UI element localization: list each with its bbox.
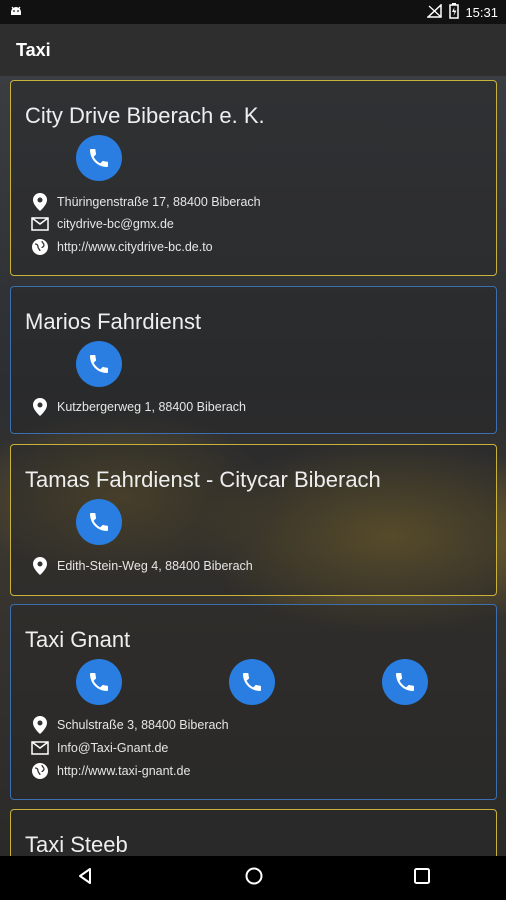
globe-icon	[31, 238, 49, 256]
app-bar: Taxi	[0, 24, 506, 76]
back-icon[interactable]	[75, 866, 95, 891]
page-title: Taxi	[16, 39, 51, 60]
call-button[interactable]	[229, 659, 275, 705]
address-row: Kutzbergerweg 1, 88400 Biberach	[31, 398, 246, 416]
location-pin-icon	[31, 716, 49, 734]
android-icon	[8, 3, 24, 22]
address-text: Edith-Stein-Weg 4, 88400 Biberach	[57, 559, 253, 573]
email-row[interactable]: citydrive-bc@gmx.de	[31, 215, 174, 233]
taxi-card: Taxi Steeb	[10, 809, 497, 856]
phone-icon	[90, 149, 108, 167]
mail-icon	[31, 739, 49, 757]
card-title: Marios Fahrdienst	[25, 309, 202, 334]
address-row: Edith-Stein-Weg 4, 88400 Biberach	[31, 557, 253, 575]
web-row[interactable]: http://www.taxi-gnant.de	[31, 762, 190, 780]
call-button[interactable]	[76, 341, 122, 387]
call-button[interactable]	[76, 135, 122, 181]
call-button[interactable]	[76, 499, 122, 545]
taxi-card: Marios Fahrdienst Kutzbergerweg 1, 88400…	[10, 286, 497, 434]
card-title: Taxi Gnant	[25, 627, 131, 652]
taxi-card: Tamas Fahrdienst - Citycar Biberach Edit…	[10, 444, 497, 596]
web-row[interactable]: http://www.citydrive-bc.de.to	[31, 238, 213, 256]
location-pin-icon	[31, 557, 49, 575]
home-icon[interactable]	[244, 866, 264, 891]
email-row[interactable]: Info@Taxi-Gnant.de	[31, 739, 168, 757]
phone-icon	[243, 673, 261, 691]
address-text: Kutzbergerweg 1, 88400 Biberach	[57, 400, 247, 414]
call-button[interactable]	[382, 659, 428, 705]
location-pin-icon	[31, 193, 49, 211]
address-row: Thüringenstraße 17, 88400 Biberach	[31, 193, 261, 211]
address-text: Schulstraße 3, 88400 Biberach	[57, 718, 229, 732]
web-link[interactable]: http://www.citydrive-bc.de.to	[57, 240, 213, 254]
card-title: Tamas Fahrdienst - Citycar Biberach	[25, 467, 381, 492]
recents-icon[interactable]	[413, 867, 431, 890]
clock-time: 15:31	[465, 4, 498, 20]
globe-icon	[31, 762, 49, 780]
battery-icon	[449, 2, 460, 22]
phone-icon	[90, 513, 108, 531]
taxi-card: City Drive Biberach e. K. Thüringenstraß…	[10, 80, 497, 276]
card-title: City Drive Biberach e. K.	[25, 103, 265, 128]
signal-off-icon	[426, 2, 443, 21]
call-button[interactable]	[76, 659, 122, 705]
status-bar: 15:31	[0, 0, 506, 24]
address-row: Schulstraße 3, 88400 Biberach	[31, 716, 229, 734]
phone-icon	[90, 673, 108, 691]
email-text[interactable]: Info@Taxi-Gnant.de	[57, 741, 168, 755]
phone-icon	[90, 355, 108, 373]
location-pin-icon	[31, 398, 49, 416]
web-link[interactable]: http://www.taxi-gnant.de	[57, 764, 190, 778]
mail-icon	[31, 215, 49, 233]
taxi-list[interactable]: City Drive Biberach e. K. Thüringenstraß…	[0, 76, 506, 856]
email-text[interactable]: citydrive-bc@gmx.de	[57, 217, 174, 231]
card-title: Taxi Steeb	[25, 832, 128, 856]
address-text: Thüringenstraße 17, 88400 Biberach	[57, 195, 261, 209]
taxi-card: Taxi Gnant Schulstraße 3, 88400 Biberach…	[10, 604, 497, 800]
phone-icon	[396, 673, 414, 691]
navigation-bar	[0, 856, 506, 900]
